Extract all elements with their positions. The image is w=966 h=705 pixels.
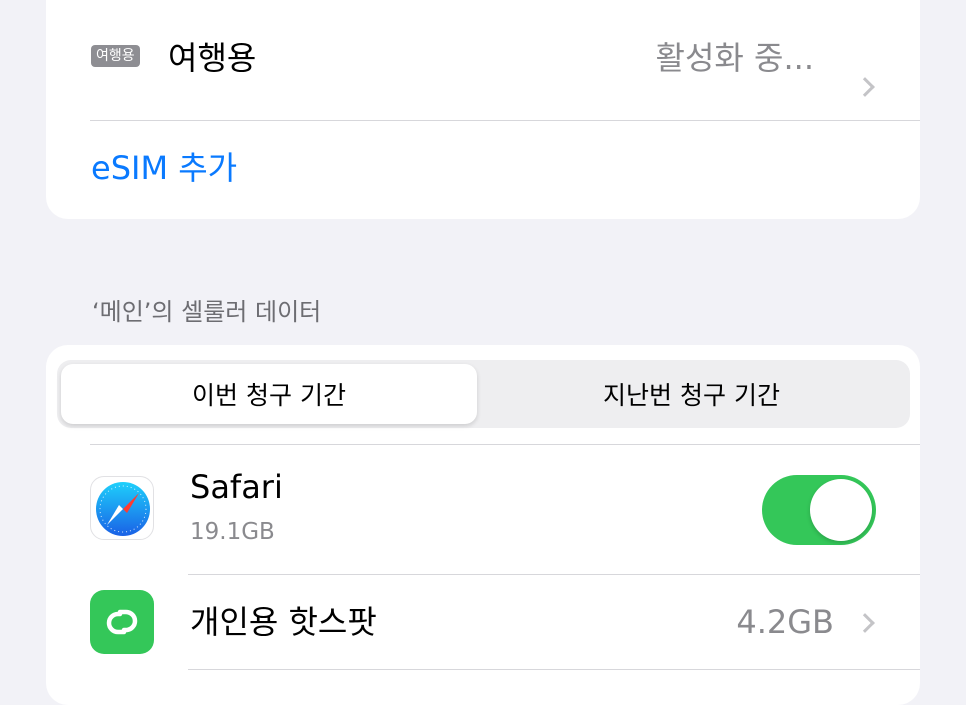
app-name-hotspot[interactable]: 개인용 핫스팟 (190, 602, 377, 642)
cellular-data-card: 이번 청구 기간 지난번 청구 기간 Safari 19.1GB 개인용 핫스팟… (46, 345, 920, 705)
divider (188, 574, 920, 575)
esim-line-row[interactable]: 여행용 여행용 활성화 중... (46, 0, 920, 97)
line-status: 활성화 중... (655, 39, 814, 77)
app-usage-hotspot: 4.2GB (736, 603, 834, 641)
line-tag-badge: 여행용 (91, 45, 140, 67)
esim-card: 여행용 여행용 활성화 중... eSIM 추가 (46, 0, 920, 219)
hotspot-link-icon (90, 590, 154, 654)
line-name: 여행용 (168, 39, 257, 77)
segment-previous-period[interactable]: 지난번 청구 기간 (477, 364, 906, 424)
cellular-section-header: ‘메인’의 셀룰러 데이터 (92, 298, 322, 326)
safari-compass-icon (90, 476, 154, 540)
app-usage-safari: 19.1GB (190, 519, 275, 545)
add-esim-link[interactable]: eSIM 추가 (91, 148, 237, 188)
divider (90, 444, 920, 445)
toggle-knob (810, 479, 872, 541)
billing-period-segmented-control: 이번 청구 기간 지난번 청구 기간 (57, 360, 910, 428)
safari-cellular-toggle[interactable] (762, 475, 876, 545)
chevron-right-icon (855, 77, 875, 97)
app-name-safari: Safari (190, 468, 283, 506)
segment-current-period[interactable]: 이번 청구 기간 (61, 364, 477, 424)
chevron-right-icon (855, 613, 875, 633)
divider (90, 120, 920, 121)
divider (188, 669, 920, 670)
